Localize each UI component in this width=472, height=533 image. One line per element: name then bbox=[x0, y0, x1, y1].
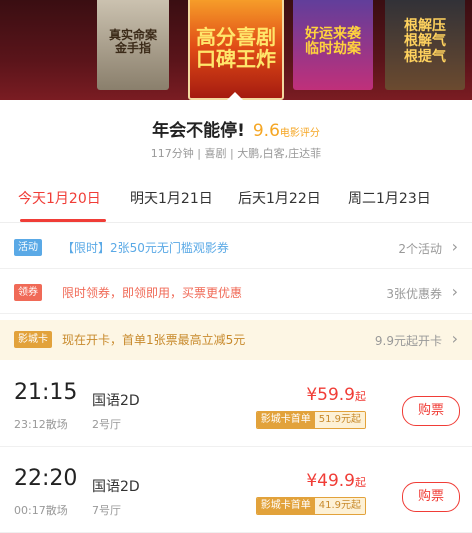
cinema-card-row[interactable]: 影城卡 现在开卡，首单1张票最高立减5元 9.9元起开卡 › bbox=[0, 320, 472, 360]
movie-meta: 117分钟 | 喜剧 | 大鹏,白客,庄达菲 bbox=[150, 147, 322, 160]
poster-selected[interactable]: 高分喜剧 口碑王炸 bbox=[188, 0, 284, 100]
tab-date-2[interactable]: 明天1月21日 bbox=[130, 188, 213, 208]
tab-date-1[interactable]: 今天1月20日 bbox=[18, 188, 101, 208]
language-format: 国语2D bbox=[92, 393, 140, 409]
end-time: 00:17散场 bbox=[14, 504, 68, 517]
cinema-card-text: 现在开卡，首单1张票最高立减5元 bbox=[62, 333, 246, 347]
tab-date-3[interactable]: 后天1月22日 bbox=[238, 188, 321, 208]
coupon-tag: 领券 bbox=[14, 284, 42, 301]
chevron-right-icon: › bbox=[451, 329, 458, 348]
poster-text: 口碑王炸 bbox=[196, 47, 276, 71]
date-tabs: 今天1月20日 明天1月21日 后天1月22日 周二1月23日 bbox=[0, 174, 472, 223]
card-badge-label: 影城卡首单 bbox=[256, 498, 315, 514]
chevron-right-icon: › bbox=[451, 237, 458, 256]
activity-text: 【限时】2张50元无门槛观影券 bbox=[62, 241, 229, 255]
poster-text: 根解气 bbox=[404, 33, 446, 50]
score-label: 电影评分 bbox=[279, 128, 320, 139]
tab-date-4[interactable]: 周二1月23日 bbox=[348, 188, 431, 208]
coupon-text: 限时领券，即领即用，买票更优惠 bbox=[62, 286, 243, 300]
poster-1[interactable]: 真实命案 金手指 bbox=[97, 0, 169, 90]
chevron-right-icon: › bbox=[451, 282, 458, 301]
hall-name: 2号厅 bbox=[92, 418, 121, 431]
poster-carousel[interactable]: 真实命案 金手指 高分喜剧 口碑王炸 好运来袭 临时劫案 根解压 根解气 根提气 bbox=[0, 0, 472, 100]
selected-poster-pointer bbox=[226, 92, 244, 100]
price-value: ¥59.9 bbox=[306, 385, 355, 405]
poster-text: 根解压 bbox=[404, 17, 446, 34]
poster-text: 金手指 bbox=[114, 41, 151, 55]
price-suffix: 起 bbox=[355, 390, 366, 403]
poster-4[interactable]: 根解压 根解气 根提气 bbox=[385, 0, 465, 90]
price-value: ¥49.9 bbox=[306, 471, 355, 491]
start-time: 21:15 bbox=[14, 380, 78, 405]
buy-ticket-button[interactable]: 购票 bbox=[402, 482, 460, 512]
coupon-count: 3张优惠券 bbox=[386, 287, 442, 301]
poster-text: 高分喜剧 bbox=[196, 25, 276, 49]
activity-row[interactable]: 活动 【限时】2张50元无门槛观影券 2个活动 › bbox=[0, 228, 472, 269]
cinema-card-tag: 影城卡 bbox=[14, 331, 52, 348]
active-tab-indicator bbox=[20, 219, 106, 222]
cinema-card-price: 9.9元起开卡 bbox=[374, 334, 442, 348]
poster-text: 根提气 bbox=[404, 48, 446, 65]
coupon-row[interactable]: 领券 限时领券，即领即用，买票更优惠 3张优惠券 › bbox=[0, 273, 472, 314]
price-suffix: 起 bbox=[355, 476, 366, 489]
card-badge-label: 影城卡首单 bbox=[256, 412, 315, 428]
card-badge-price: 41.9元起 bbox=[314, 498, 365, 514]
card-price-badge: 影城卡首单 51.9元起 bbox=[255, 411, 366, 429]
end-time: 23:12散场 bbox=[14, 418, 68, 431]
poster-text: 临时劫案 bbox=[305, 41, 361, 57]
movie-title: 年会不能停! bbox=[152, 121, 245, 141]
showtime-row[interactable]: 22:20 00:17散场 国语2D 7号厅 ¥49.9起 影城卡首单 41.9元… bbox=[0, 452, 472, 533]
price: ¥59.9起 bbox=[306, 385, 366, 405]
poster-text: 好运来袭 bbox=[305, 25, 361, 42]
start-time: 22:20 bbox=[14, 466, 78, 491]
movie-title-row: 年会不能停! 9.6电影评分 bbox=[0, 116, 472, 141]
hall-name: 7号厅 bbox=[92, 504, 121, 517]
price: ¥49.9起 bbox=[306, 471, 366, 491]
movie-score: 9.6 bbox=[252, 121, 280, 141]
poster-3[interactable]: 好运来袭 临时劫案 bbox=[293, 0, 373, 90]
movie-info: 年会不能停! 9.6电影评分 117分钟 | 喜剧 | 大鹏,白客,庄达菲 bbox=[0, 100, 472, 170]
showtime-row[interactable]: 21:15 23:12散场 国语2D 2号厅 ¥59.9起 影城卡首单 51.9元… bbox=[0, 366, 472, 447]
activity-count: 2个活动 bbox=[398, 242, 442, 256]
activity-tag: 活动 bbox=[14, 239, 42, 256]
card-badge-price: 51.9元起 bbox=[314, 412, 365, 428]
card-price-badge: 影城卡首单 41.9元起 bbox=[255, 497, 366, 515]
language-format: 国语2D bbox=[92, 479, 140, 495]
buy-ticket-button[interactable]: 购票 bbox=[402, 396, 460, 426]
